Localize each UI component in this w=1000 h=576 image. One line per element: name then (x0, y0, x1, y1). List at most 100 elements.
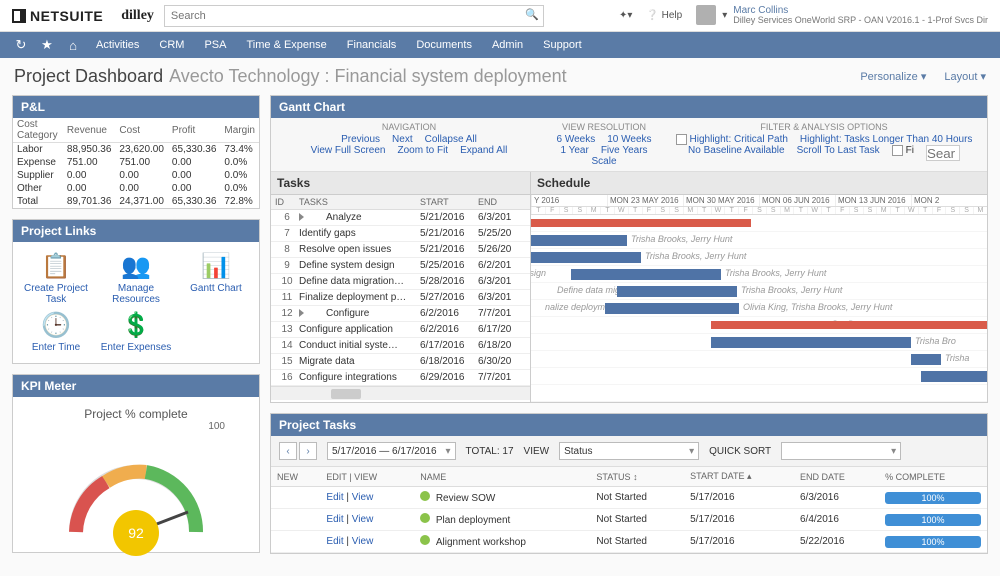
task-row[interactable]: 16Configure integrations6/29/20167/7/201 (271, 370, 530, 386)
home-icon[interactable]: ⌂ (62, 38, 84, 53)
gantt-bar[interactable] (711, 321, 987, 329)
chevron-down-icon[interactable]: ▾ (722, 10, 727, 21)
task-row[interactable]: 12Configure6/2/20167/7/201 (271, 306, 530, 322)
clock-icon: 🕒 (19, 311, 93, 340)
partner-logo: dilley (121, 8, 154, 24)
expense-icon: 💲 (99, 311, 173, 340)
gantt-scale[interactable]: Scale (591, 156, 616, 167)
long-tasks-link[interactable]: Highlight: Tasks Longer Than 40 Hours (800, 134, 973, 145)
kpi-title: KPI Meter (13, 375, 259, 397)
task-row[interactable]: 9Define system design5/25/20166/2/201 (271, 258, 530, 274)
feedback-icon[interactable]: ✦▾ (619, 10, 632, 21)
task-row[interactable]: 15Migrate data6/18/20166/30/20 (271, 354, 530, 370)
gantt-chart-link[interactable]: 📊Gantt Chart (179, 252, 253, 305)
edit-link[interactable]: Edit (326, 514, 343, 525)
pl-panel: P&L Cost CategoryRevenueCostProfitMargin… (12, 95, 260, 209)
date-range-dropdown[interactable]: 5/17/2016 — 6/17/2016▾ (327, 442, 456, 460)
pct-badge: 100% (885, 492, 981, 504)
view-link[interactable]: View (352, 514, 374, 525)
gantt-collapse[interactable]: Collapse All (425, 134, 477, 145)
gantt-prev[interactable]: Previous (341, 134, 380, 145)
task-row[interactable]: 11Finalize deployment p…5/27/20166/3/201 (271, 290, 530, 306)
project-tasks-title: Project Tasks (271, 414, 987, 436)
search-input[interactable] (164, 5, 544, 27)
user-context: Dilley Services OneWorld SRP - OAN V2016… (733, 16, 988, 26)
pager-prev[interactable]: ‹ (279, 442, 297, 460)
project-tasks-panel: Project Tasks ‹ › 5/17/2016 — 6/17/2016▾… (270, 413, 988, 554)
nav-crm[interactable]: CRM (151, 39, 192, 51)
status-dot (420, 513, 430, 523)
tasks-scrollbar[interactable] (271, 386, 530, 400)
gantt-1y[interactable]: 1 Year (560, 145, 588, 156)
create-project-task-link[interactable]: 📋Create Project Task (19, 252, 93, 305)
gantt-bar[interactable] (605, 303, 739, 314)
page-header: Project Dashboard Avecto Technology : Fi… (0, 58, 1000, 95)
gantt-bar[interactable] (617, 286, 737, 297)
people-icon: 👥 (99, 252, 173, 281)
gantt-bar[interactable] (531, 219, 751, 227)
gantt-10w[interactable]: 10 Weeks (607, 134, 651, 145)
gantt-6w[interactable]: 6 Weeks (556, 134, 595, 145)
gantt-search[interactable] (926, 145, 960, 161)
edit-link[interactable]: Edit (326, 536, 343, 547)
nav-financials[interactable]: Financials (339, 39, 405, 51)
nav-support[interactable]: Support (535, 39, 590, 51)
nav-activities[interactable]: Activities (88, 39, 147, 51)
table-row: Edit | View Plan deploymentNot Started5/… (271, 509, 987, 531)
gantt-expand[interactable]: Expand All (460, 145, 507, 156)
global-search[interactable]: 🔍 (164, 5, 544, 27)
history-icon[interactable]: ↻ (10, 37, 32, 53)
kpi-value: 92 (113, 510, 159, 556)
table-row: Edit | View Review SOWNot Started5/17/20… (271, 487, 987, 509)
gantt-next[interactable]: Next (392, 134, 413, 145)
edit-link[interactable]: Edit (326, 492, 343, 503)
view-dropdown[interactable]: Status▾ (559, 442, 699, 460)
avatar (696, 5, 716, 25)
pager-next[interactable]: › (299, 442, 317, 460)
scroll-last-link[interactable]: Scroll To Last Task (797, 145, 880, 161)
nav-admin[interactable]: Admin (484, 39, 531, 51)
manage-resources-link[interactable]: 👥Manage Resources (99, 252, 173, 305)
enter-expenses-link[interactable]: 💲Enter Expenses (99, 311, 173, 353)
crit-path-check[interactable]: Highlight: Critical Path (676, 134, 788, 145)
layout-link[interactable]: Layout ▾ (944, 70, 986, 83)
gantt-bar[interactable] (921, 371, 987, 382)
personalize-link[interactable]: Personalize ▾ (860, 70, 926, 83)
task-row[interactable]: 14Conduct initial syste…6/17/20166/18/20 (271, 338, 530, 354)
help-link[interactable]: ❔ Help (646, 10, 682, 21)
gantt-fullscreen[interactable]: View Full Screen (311, 145, 386, 156)
nav-documents[interactable]: Documents (408, 39, 480, 51)
status-dot (420, 491, 430, 501)
user-menu[interactable]: ▾ Marc Collins Dilley Services OneWorld … (696, 5, 988, 26)
netsuite-logo: NETSUITE (12, 8, 103, 24)
gantt-5y[interactable]: Five Years (601, 145, 648, 156)
task-row[interactable]: 8Resolve open issues5/21/20165/26/20 (271, 242, 530, 258)
task-row[interactable]: 7Identify gaps5/21/20165/25/20 (271, 226, 530, 242)
enter-time-link[interactable]: 🕒Enter Time (19, 311, 93, 353)
task-row[interactable]: 10Define data migration…5/28/20166/3/201 (271, 274, 530, 290)
project-tasks-table: NEW EDIT | VIEW NAME STATUS ↕ START DATE… (271, 467, 987, 553)
gantt-bar[interactable] (531, 252, 641, 263)
baseline-link[interactable]: No Baseline Available (688, 145, 785, 161)
gantt-bar[interactable] (531, 235, 627, 246)
pl-title: P&L (13, 96, 259, 118)
gantt-bar[interactable] (711, 337, 911, 348)
status-dot (420, 535, 430, 545)
project-links-panel: Project Links 📋Create Project Task 👥Mana… (12, 219, 260, 364)
pct-badge: 100% (885, 514, 981, 526)
gantt-bar[interactable] (911, 354, 941, 365)
nav-psa[interactable]: PSA (196, 39, 234, 51)
gantt-fit[interactable]: Zoom to Fit (398, 145, 449, 156)
view-link[interactable]: View (352, 536, 374, 547)
page-subtitle: Avecto Technology : Financial system dep… (169, 66, 567, 87)
nav-time-expense[interactable]: Time & Expense (238, 39, 334, 51)
quicksort-dropdown[interactable]: ▾ (781, 442, 901, 460)
filter-fi-check[interactable]: Fi (892, 145, 914, 161)
gantt-bar[interactable] (571, 269, 721, 280)
task-row[interactable]: 13Configure application6/2/20166/17/20 (271, 322, 530, 338)
view-link[interactable]: View (352, 492, 374, 503)
search-icon[interactable]: 🔍 (525, 8, 539, 21)
star-icon[interactable]: ★ (36, 37, 58, 53)
gantt-icon: 📊 (179, 252, 253, 281)
task-row[interactable]: 6Analyze5/21/20166/3/201 (271, 210, 530, 226)
